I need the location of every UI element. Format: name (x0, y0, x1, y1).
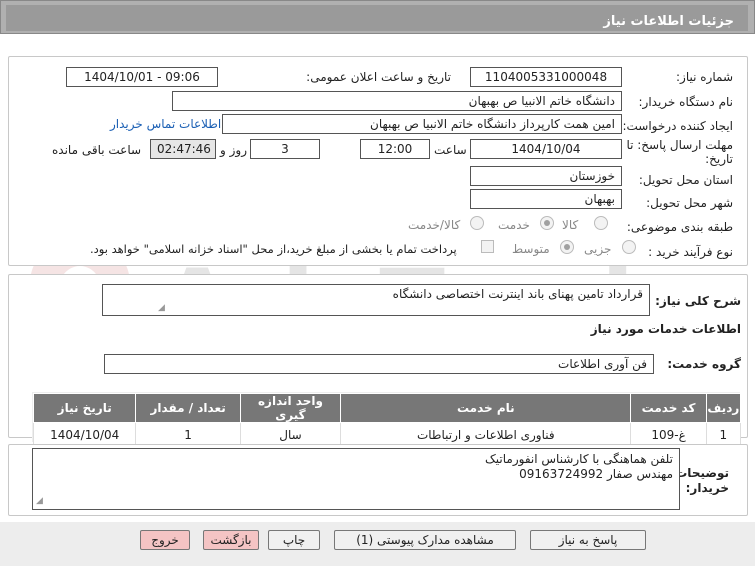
remaining-time-label: ساعت باقی مانده (52, 143, 142, 157)
description-field: قرارداد تامین پهنای باند اینترنت اختصاصی… (102, 284, 650, 316)
need-number-field: 1104005331000048 (470, 67, 622, 87)
print-button[interactable]: چاپ (268, 530, 320, 550)
header-bar: جزئیات اطلاعات نیاز (6, 5, 748, 31)
view-documents-button[interactable]: مشاهده مدارک پیوستی (1) (334, 530, 516, 550)
description-label: شرح کلی نیاز: (655, 294, 741, 308)
resize-handle-icon[interactable]: ◢ (158, 303, 165, 313)
col-code: کد خدمت (630, 393, 707, 423)
page-title: جزئیات اطلاعات نیاز (603, 14, 734, 29)
treasury-payment-checkbox[interactable] (481, 240, 494, 253)
buyer-notes-line-1: تلفن هماهنگی با کارشناس انفورماتیک (485, 452, 673, 466)
process-type-label: نوع فرآیند خرید : (648, 245, 733, 259)
process-option-medium: متوسط (512, 242, 550, 256)
cell-code: غ-109 (630, 422, 707, 447)
category-option-goods-service: کالا/خدمت (408, 218, 461, 232)
buyer-notes-label-1: توضیحات (675, 466, 729, 480)
creator-label: ایجاد کننده درخواست: (622, 119, 733, 133)
deadline-date-field: 1404/10/04 (470, 139, 622, 159)
need-number-label: شماره نیاز: (676, 70, 733, 84)
remaining-time-field: 02:47:46 (150, 139, 216, 159)
buyer-notes-label-2: خریدار: (685, 481, 729, 495)
col-name: نام خدمت (340, 393, 632, 423)
services-section-title: اطلاعات خدمات مورد نیاز (590, 322, 741, 336)
days-label: روز و (220, 143, 247, 157)
city-field: بهبهان (470, 189, 622, 209)
info-panel (8, 56, 748, 266)
deadline-time-field: 12:00 (360, 139, 430, 159)
col-row: ردیف (705, 393, 742, 423)
treasury-payment-note: پرداخت تمام یا بخشی از مبلغ خرید،از محل … (90, 242, 457, 256)
table-row: 1 غ-109 فناوری اطلاعات و ارتباطات سال 1 … (32, 422, 742, 447)
notes-resize-handle-icon[interactable]: ◢ (36, 494, 43, 509)
cell-row: 1 (705, 422, 742, 447)
reply-button[interactable]: پاسخ به نیاز (530, 530, 646, 550)
buyer-org-field: دانشگاه خاتم الانبیا ص بهبهان (172, 91, 622, 111)
province-field: خوزستان (470, 166, 622, 186)
category-label: طبقه بندی موضوعی: (626, 220, 733, 234)
page-header: جزئیات اطلاعات نیاز (0, 0, 755, 34)
deadline-time-label: ساعت (434, 143, 467, 157)
deadline-date-label: تاریخ: (705, 152, 733, 166)
services-table-wrapper: ردیف کد خدمت نام خدمت واحد اندازه گیری ت… (32, 392, 742, 447)
buyer-contact-link[interactable]: اطلاعات تماس خریدار (110, 117, 221, 131)
service-group-field: فن آوری اطلاعات (104, 354, 654, 374)
buyer-notes-field: تلفن هماهنگی با کارشناس انفورماتیک مهندس… (32, 448, 680, 510)
cell-unit: سال (239, 422, 342, 447)
creator-field: امین همت کارپرداز دانشگاه خاتم الانبیا ص… (222, 114, 622, 134)
buyer-org-label: نام دستگاه خریدار: (638, 95, 734, 109)
category-radio-goods[interactable] (594, 216, 608, 230)
services-table: ردیف کد خدمت نام خدمت واحد اندازه گیری ت… (32, 393, 742, 447)
service-group-label: گروه خدمت: (667, 357, 741, 371)
days-remaining-field: 3 (250, 139, 320, 159)
buyer-notes-line-2: مهندس صفار 09163724992 (519, 467, 673, 481)
category-option-service: خدمت (498, 218, 530, 232)
back-button[interactable]: بازگشت (203, 530, 259, 550)
process-radio-medium[interactable] (560, 240, 574, 254)
category-radio-service[interactable] (540, 216, 554, 230)
cell-name: فناوری اطلاعات و ارتباطات (340, 422, 632, 447)
col-date: تاریخ نیاز (32, 393, 137, 423)
process-radio-minor[interactable] (622, 240, 636, 254)
col-unit: واحد اندازه گیری (239, 393, 342, 423)
cell-qty: 1 (135, 422, 241, 447)
province-label: استان محل تحویل: (638, 173, 733, 187)
deadline-label: مهلت ارسال پاسخ: تا (626, 138, 733, 152)
process-option-minor: جزیی (584, 242, 612, 256)
category-radio-goods-service[interactable] (470, 216, 484, 230)
city-label: شهر محل تحویل: (646, 196, 733, 210)
col-qty: تعداد / مقدار (135, 393, 241, 423)
announce-date-field: 1404/10/01 - 09:06 (66, 67, 218, 87)
cell-date: 1404/10/04 (32, 422, 137, 447)
announce-date-label: تاریخ و ساعت اعلان عمومی: (306, 70, 451, 84)
category-option-goods: کالا (562, 218, 579, 232)
exit-button[interactable]: خروج (140, 530, 190, 550)
